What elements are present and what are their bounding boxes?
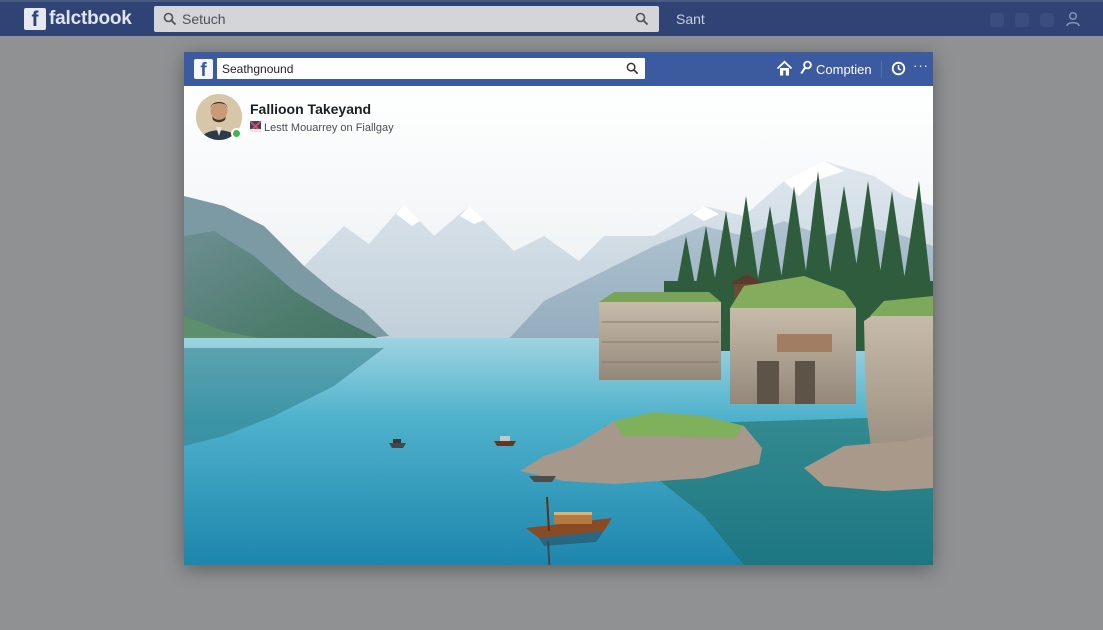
post-photo[interactable] bbox=[184, 86, 933, 565]
more-menu-icon[interactable]: ··· bbox=[913, 58, 929, 73]
background-wordmark: falctbook bbox=[49, 8, 132, 29]
window-top-bar: f Seathgnound Comptien ··· bbox=[184, 52, 933, 86]
post-content: Fallioon Takeyand Lestt Mouarrey on Fial… bbox=[184, 86, 933, 565]
faint-nav-icon[interactable] bbox=[1040, 13, 1054, 27]
background-search-bar[interactable]: Setuch bbox=[154, 6, 659, 32]
pin-icon bbox=[800, 60, 813, 78]
search-icon-right[interactable] bbox=[635, 12, 649, 31]
user-icon[interactable] bbox=[1065, 11, 1081, 32]
search-icon bbox=[163, 12, 177, 31]
flag-icon bbox=[249, 120, 262, 135]
home-icon[interactable] bbox=[776, 60, 793, 82]
nav-divider bbox=[881, 61, 882, 78]
window-search-input[interactable]: Seathgnound bbox=[217, 58, 645, 79]
post-author-name[interactable]: Fallioon Takeyand bbox=[250, 101, 371, 117]
post-meta-text: Lestt Mouarrey on Fiallgay bbox=[264, 122, 394, 134]
online-status-badge bbox=[231, 128, 242, 139]
background-search-placeholder: Setuch bbox=[182, 11, 226, 27]
background-logo[interactable]: f falctbook bbox=[24, 8, 132, 30]
clock-icon[interactable] bbox=[891, 61, 906, 81]
post-window: f Seathgnound Comptien ··· Fallioon Take… bbox=[184, 52, 933, 565]
faint-nav-icon[interactable] bbox=[990, 13, 1004, 27]
window-search-value: Seathgnound bbox=[222, 62, 294, 76]
facebook-logo-icon[interactable]: f bbox=[194, 59, 213, 79]
background-top-bar: f falctbook Setuch Sant bbox=[0, 0, 1103, 36]
background-logo-icon: f bbox=[24, 8, 46, 30]
search-icon[interactable] bbox=[626, 62, 639, 80]
background-nav-link[interactable]: Sant bbox=[676, 11, 705, 27]
post-meta: Lestt Mouarrey on Fiallgay bbox=[249, 120, 394, 135]
nav-item-comptien[interactable]: Comptien bbox=[800, 60, 872, 78]
faint-nav-icon[interactable] bbox=[1015, 13, 1029, 27]
nav-item-label: Comptien bbox=[816, 61, 872, 77]
